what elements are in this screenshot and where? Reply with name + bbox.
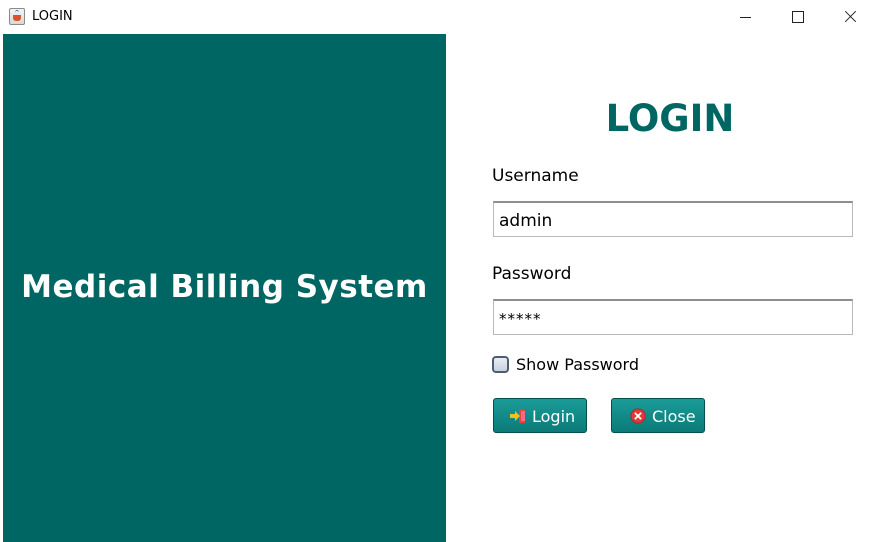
window-close-button[interactable] (826, 0, 872, 34)
window-title: LOGIN (32, 9, 73, 24)
password-label: Password (492, 264, 572, 284)
java-cup-icon (9, 8, 25, 25)
password-field[interactable]: ***** (493, 299, 853, 335)
brand-panel: Medical Billing System (3, 34, 446, 542)
close-button-label: Close (652, 407, 696, 426)
login-window: LOGIN Medical Billing System LOGIN Usern… (0, 0, 893, 542)
title-bar: LOGIN (0, 0, 893, 34)
minimize-button[interactable] (722, 0, 768, 34)
close-icon (844, 10, 857, 23)
username-field[interactable]: admin (493, 201, 853, 237)
close-button[interactable]: Close (611, 398, 705, 433)
login-button-label: Login (532, 407, 576, 426)
login-button[interactable]: Login (493, 398, 587, 433)
login-heading: LOGIN (605, 97, 735, 140)
minimize-icon (740, 17, 751, 18)
maximize-button[interactable] (774, 0, 820, 34)
show-password-checkbox[interactable] (492, 356, 509, 373)
username-label: Username (492, 166, 579, 186)
maximize-icon (792, 11, 804, 23)
login-arrow-icon (510, 409, 525, 423)
show-password-label[interactable]: Show Password (516, 355, 639, 374)
close-circle-icon (630, 408, 646, 424)
brand-title: Medical Billing System (21, 269, 428, 305)
